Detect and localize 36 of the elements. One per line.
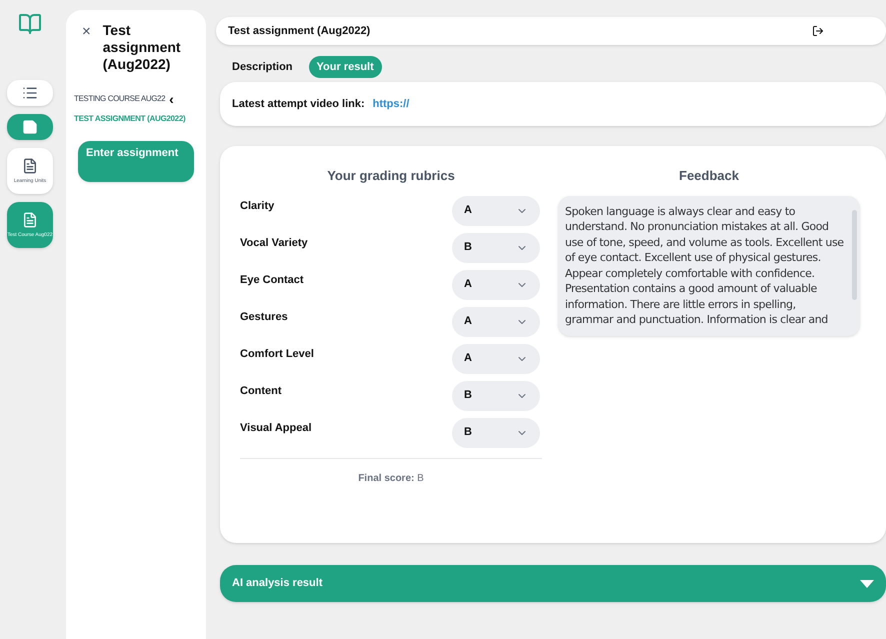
- final-score: Final score: B: [357, 472, 425, 486]
- back-button[interactable]: ‹: [169, 93, 174, 105]
- course-label: TESTING COURSE AUG22: [74, 93, 166, 105]
- grade-select[interactable]: A: [452, 344, 540, 374]
- video-link[interactable]: https://: [372, 96, 410, 112]
- grade-select[interactable]: B: [452, 232, 540, 262]
- rubric-label: Gestures: [240, 310, 288, 326]
- grade-select[interactable]: A: [452, 196, 540, 226]
- feedback-text: Spoken language is always clear and easy to understand. No pronunciation mistakes at all. Good use of tone, speed, and volume as tools. Excellent use of eye contact. Excellent use of physical gestures. Appear completely comfortable with confidence. Presentation contains a good amount of valuable information. There are little errors in spelling, grammar and punctuation. Information is clear and: [565, 204, 845, 328]
- scrollbar[interactable]: [852, 210, 857, 300]
- rubric-label: Content: [240, 384, 282, 400]
- close-button[interactable]: ×: [82, 22, 91, 42]
- video-label: Latest attempt video link:: [232, 96, 365, 112]
- panel-title: Test assignment (Aug2022): [102, 22, 182, 73]
- note-icon: [22, 119, 38, 135]
- rubric-label: Visual Appeal: [240, 421, 312, 436]
- assignment-title: Test assignment (Aug2022): [228, 24, 370, 39]
- grade-select[interactable]: A: [452, 270, 540, 300]
- rubrics-heading: Your grading rubrics: [326, 167, 456, 185]
- rubric-label: Eye Contact: [240, 273, 304, 288]
- document-icon: [22, 212, 38, 228]
- tab[interactable]: Description: [224, 56, 301, 78]
- expand-icon: [860, 580, 874, 588]
- rail-button[interactable]: [7, 114, 53, 140]
- feedback-heading: Feedback: [678, 167, 740, 185]
- rubric-label: Comfort Level: [240, 347, 314, 362]
- book-logo-icon: [18, 12, 42, 36]
- grade-select[interactable]: B: [452, 380, 540, 410]
- document-icon: [22, 158, 38, 174]
- list-icon: [22, 85, 38, 101]
- rubric-label: Clarity: [240, 199, 274, 214]
- logout-icon[interactable]: [812, 25, 824, 37]
- grade-select[interactable]: A: [452, 306, 540, 336]
- rubric-label: Vocal Variety: [240, 236, 308, 252]
- grade-select[interactable]: B: [452, 418, 540, 448]
- rail-button[interactable]: [7, 80, 53, 106]
